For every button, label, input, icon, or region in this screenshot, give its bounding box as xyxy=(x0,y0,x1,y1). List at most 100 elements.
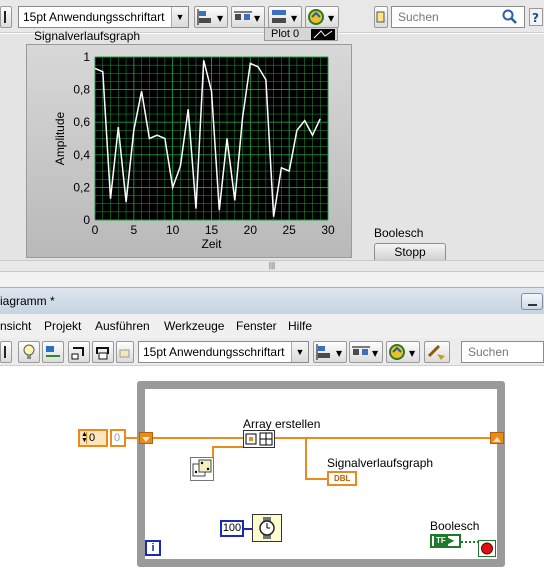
graph-terminal[interactable]: DBL xyxy=(327,471,357,486)
y-tick-label: 1 xyxy=(83,50,90,64)
step-into-button[interactable] xyxy=(68,341,90,363)
reorder-icon: ▼ xyxy=(389,344,416,360)
search-placeholder: Suchen xyxy=(468,345,509,359)
boolean-wire[interactable] xyxy=(461,541,479,543)
reorder-button[interactable]: ▼ xyxy=(305,6,339,28)
y-tick-label: 0,8 xyxy=(73,83,90,97)
step-out-icon xyxy=(119,349,130,358)
pause-icon xyxy=(4,346,6,358)
reorder-button[interactable]: ▼ xyxy=(386,341,420,363)
chevron-down-icon: ▼ xyxy=(291,342,308,362)
svg-text:▼: ▼ xyxy=(372,349,379,358)
font-combo[interactable]: 15pt Anwendungsschriftart ▼ xyxy=(138,341,309,363)
random-number-node[interactable] xyxy=(190,457,214,481)
stop-icon xyxy=(481,542,493,555)
pause-button[interactable] xyxy=(0,6,12,28)
numeric-control-value: 0 xyxy=(89,432,96,444)
retain-values-icon xyxy=(46,346,60,357)
clean-up-diagram-button[interactable] xyxy=(424,341,450,363)
distribute-objects-button[interactable]: ▼ xyxy=(231,6,265,28)
arrow-up-icon xyxy=(493,437,501,442)
plot-line-icon xyxy=(313,30,333,39)
graph-terminal-label: Signalverlaufsgraph xyxy=(327,456,434,470)
block-diagram-titlebar: iagramm * xyxy=(0,287,544,314)
numeric-indicator-value: 0 xyxy=(114,432,121,444)
x-tick-label: 30 xyxy=(321,223,335,237)
menu-operate[interactable]: Ausführen xyxy=(95,314,150,338)
array-wire-branch[interactable] xyxy=(305,437,307,480)
search-placeholder: Suchen xyxy=(398,10,439,24)
panel-splitter[interactable]: ||| xyxy=(0,260,544,272)
boolean-terminal-label: Boolesch xyxy=(430,519,480,533)
y-tick-label: 0,6 xyxy=(73,115,90,129)
search-icon xyxy=(502,9,517,24)
y-tick-label: 0,4 xyxy=(73,148,90,162)
retain-wire-values-button[interactable] xyxy=(42,341,64,363)
pause-button[interactable] xyxy=(0,341,12,363)
svg-text:▼: ▼ xyxy=(409,349,416,358)
distribute-objects-button[interactable]: ▼ xyxy=(349,341,383,363)
iteration-terminal-text: i xyxy=(151,542,155,554)
shift-register-left[interactable] xyxy=(139,432,153,444)
search-input[interactable]: Suchen xyxy=(461,341,544,363)
numeric-control[interactable]: ▲ ▼ 0 xyxy=(78,429,108,447)
boolean-label: Boolesch xyxy=(374,226,424,240)
font-combo-value: 15pt Anwendungsschriftart xyxy=(23,10,165,24)
step-out-button[interactable] xyxy=(116,341,134,363)
grid xyxy=(94,56,329,221)
boolean-terminal[interactable]: TF ▶ xyxy=(430,534,461,548)
svg-text:▼: ▼ xyxy=(217,14,224,23)
clean-up-icon xyxy=(427,344,445,360)
spin-arrows-icon: ▲ ▼ xyxy=(81,431,88,444)
menu-tools[interactable]: Werkzeuge xyxy=(164,314,224,338)
step-into-icon xyxy=(71,347,84,360)
resize-objects-button[interactable]: ▼ xyxy=(268,6,302,28)
menu-project[interactable]: Projekt xyxy=(44,314,81,338)
menu-help[interactable]: Hilfe xyxy=(288,314,312,338)
highlight-execution-button[interactable] xyxy=(18,341,40,363)
minimize-button[interactable] xyxy=(521,293,543,310)
menu-view[interactable]: nsicht xyxy=(0,314,31,338)
shift-register-right[interactable] xyxy=(490,432,504,444)
window-help-button[interactable]: ? xyxy=(529,8,543,26)
x-tick-label: 10 xyxy=(166,223,180,237)
random-wire[interactable] xyxy=(212,446,245,448)
wait-wire[interactable] xyxy=(244,528,252,530)
x-axis-label: Zeit xyxy=(201,237,222,251)
wait-ms-node[interactable] xyxy=(252,514,282,542)
menu-window[interactable]: Fenster xyxy=(236,314,277,338)
wait-constant[interactable]: 100 xyxy=(220,520,244,537)
distribute-icon: ▼ xyxy=(352,346,379,358)
build-array-node[interactable] xyxy=(243,430,275,448)
align-objects-button[interactable]: ▼ xyxy=(313,341,347,363)
font-combo-value: 15pt Anwendungsschriftart xyxy=(143,345,285,359)
svg-text:▼: ▼ xyxy=(328,14,335,23)
numeric-indicator: 0 xyxy=(110,429,126,447)
svg-text:?: ? xyxy=(532,11,539,25)
build-array-icon xyxy=(245,432,273,446)
align-objects-button[interactable]: ▼ xyxy=(194,6,228,28)
window-gap xyxy=(0,272,544,287)
align-icon: ▼ xyxy=(316,344,343,360)
iteration-terminal: i xyxy=(145,540,161,556)
svg-text:▼: ▼ xyxy=(336,349,343,358)
plot-legend[interactable]: Plot 0 xyxy=(264,27,338,41)
wristwatch-icon xyxy=(259,517,275,539)
search-input[interactable]: Suchen xyxy=(391,6,525,28)
help-icon xyxy=(376,11,385,23)
svg-text:▼: ▼ xyxy=(254,14,261,23)
step-over-icon xyxy=(96,347,109,360)
conditional-terminal[interactable] xyxy=(478,540,496,557)
chevron-down-icon: ▼ xyxy=(171,7,188,27)
array-wire-branch[interactable] xyxy=(305,478,327,480)
array-wire[interactable] xyxy=(275,437,491,439)
numeric-wire[interactable] xyxy=(152,437,244,439)
y-axis-label: Amplitude xyxy=(53,112,67,166)
font-combo[interactable]: 15pt Anwendungsschriftart ▼ xyxy=(18,6,189,28)
step-over-button[interactable] xyxy=(92,341,114,363)
help-icon: ? xyxy=(532,11,539,25)
align-icon: ▼ xyxy=(197,9,224,25)
waveform-graph[interactable]: 0 5 10 15 20 25 30 0 0,2 0,4 0,6 0,8 1 Amplitude Zei… xyxy=(26,44,352,260)
x-tick-label: 0 xyxy=(92,223,99,237)
help-button[interactable] xyxy=(374,6,388,28)
